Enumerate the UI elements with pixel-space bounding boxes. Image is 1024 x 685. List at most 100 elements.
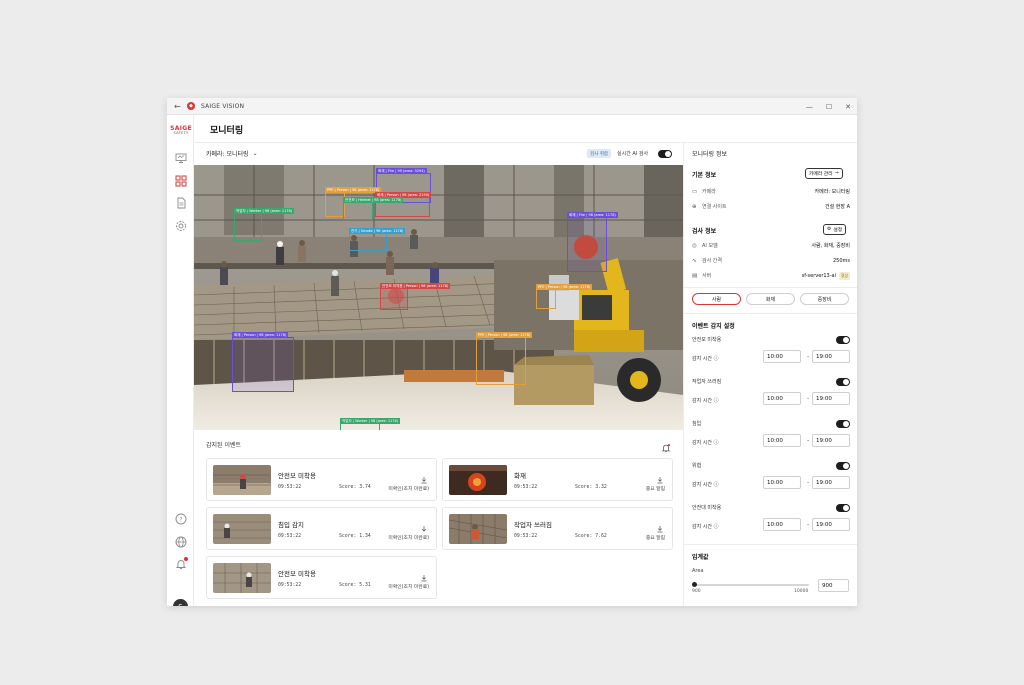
event-name: 안전모 미착용 bbox=[278, 472, 316, 480]
bell-plus-icon[interactable] bbox=[661, 438, 671, 453]
detection-box: 화재 | Person | 98 (area: 1178) bbox=[232, 332, 294, 392]
maximize-button[interactable]: ☐ bbox=[826, 103, 832, 111]
area-label: Area bbox=[692, 568, 704, 574]
event-setting-toggle[interactable] bbox=[836, 336, 850, 344]
end-time-input[interactable]: 19:00 bbox=[812, 392, 850, 405]
event-setting-toggle[interactable] bbox=[836, 420, 850, 428]
start-time-input[interactable]: 10:00 bbox=[763, 392, 801, 405]
event-card[interactable]: 안전모 미착용 09:53:22 Score: 5.31 미확인(조치 미완료) bbox=[206, 556, 437, 599]
event-card[interactable]: 안전모 미착용 09:53:22 Score: 3.74 미확인(조치 미완료) bbox=[206, 458, 437, 501]
event-setting-toggle[interactable] bbox=[836, 378, 850, 386]
end-time-input[interactable]: 19:00 bbox=[812, 434, 850, 447]
interval-icon: ∿ bbox=[692, 257, 697, 264]
info-row-interval: ∿ 검사 간격 250ms bbox=[692, 256, 850, 265]
monitor-icon[interactable] bbox=[174, 151, 187, 164]
tab-fire[interactable]: 화재 bbox=[746, 293, 795, 305]
link-icon: ⊕ bbox=[692, 203, 697, 210]
info-key: 검사 간격 bbox=[702, 258, 722, 264]
slider-max: 10000 bbox=[794, 589, 809, 594]
event-thumbnail bbox=[213, 563, 271, 593]
detection-box: 화재 | Fire | 98 (area: 1178) bbox=[567, 212, 618, 272]
brand-logo: SAIGE SAFETY bbox=[170, 126, 192, 136]
event-thumbnail bbox=[213, 514, 271, 544]
app-title: SAIGE VISION bbox=[201, 102, 245, 110]
start-time-input[interactable]: 10:00 bbox=[763, 476, 801, 489]
download-icon[interactable] bbox=[420, 469, 428, 484]
camera-select[interactable]: 카메라: 모니터링 ⌄ bbox=[206, 149, 258, 158]
time-separator: - bbox=[807, 353, 810, 360]
download-icon[interactable] bbox=[656, 469, 664, 484]
info-value: 카메라: 모니터링 bbox=[814, 189, 850, 195]
page-header: 모니터링 bbox=[194, 115, 857, 143]
close-button[interactable]: ✕ bbox=[845, 103, 851, 111]
slider-min: 900 bbox=[692, 589, 701, 594]
event-setting-toggle[interactable] bbox=[836, 504, 850, 512]
info-key: 연결 사이트 bbox=[702, 204, 727, 210]
time-separator: - bbox=[807, 437, 810, 444]
detection-box: 연기 | Smoke | 98 (area: 1178) bbox=[349, 228, 406, 251]
detect-time-label: 감지 시간 ⓘ bbox=[692, 398, 719, 404]
event-score: Score: 5.31 bbox=[339, 583, 371, 588]
event-card[interactable]: 작업자 쓰러짐 09:53:22 Score: 7.62 중요 알림 bbox=[442, 507, 673, 550]
detection-box: PPE | Person | 98 (area: 1178) bbox=[476, 332, 533, 385]
event-setting-toggle[interactable] bbox=[836, 462, 850, 470]
detection-label: 화재 | Person | 98 (area: 1178) bbox=[232, 332, 289, 338]
event-setting-name: 안전대 미착용 bbox=[692, 505, 722, 511]
event-thumbnail bbox=[449, 465, 507, 495]
detection-box: PPE | Person | 98 (area: 1178) bbox=[536, 284, 593, 309]
detection-label: PPE | Person | 98 (area: 1178) bbox=[476, 332, 533, 338]
start-time-input[interactable]: 10:00 bbox=[763, 518, 801, 531]
end-time-input[interactable]: 19:00 bbox=[812, 518, 850, 531]
event-setting-name: 침입 bbox=[692, 421, 702, 427]
end-time-input[interactable]: 19:00 bbox=[812, 350, 850, 363]
download-icon[interactable] bbox=[656, 518, 664, 533]
event-setting-name: 안전모 미착용 bbox=[692, 337, 722, 343]
app-logo-icon: ◆ bbox=[187, 102, 195, 110]
avatar[interactable]: S bbox=[173, 599, 188, 606]
arrow-left-icon[interactable]: ← bbox=[174, 102, 183, 111]
area-value-input[interactable]: 900 bbox=[818, 579, 849, 592]
end-time-input[interactable]: 19:00 bbox=[812, 476, 850, 489]
detect-time-label: 감지 시간 ⓘ bbox=[692, 482, 719, 488]
camera-manage-button[interactable]: 카메라 관리 → bbox=[805, 168, 843, 179]
minimize-button[interactable]: — bbox=[806, 103, 813, 111]
arrow-down-icon[interactable] bbox=[420, 518, 428, 532]
event-card[interactable]: 침입 감지 09:53:22 Score: 1.34 미확인(조치 미완료) bbox=[206, 507, 437, 550]
detection-label: 연기 | Smoke | 98 (area: 1178) bbox=[349, 228, 406, 234]
detection-label: 작업자 | Worker | 98 (area: 1178) bbox=[340, 418, 401, 424]
inspect-settings-button[interactable]: ⚙ 설정 bbox=[823, 224, 847, 235]
info-row-site: ⊕ 연결 사이트 건설 현장 A bbox=[692, 202, 850, 211]
detection-box: 작업자 | Worker | 98 (area: 1178) bbox=[234, 208, 295, 241]
camera-manage-label: 카메라 관리 bbox=[809, 172, 833, 177]
camera-feed: 화재 | Fire | 99 (area: 3294) PPE | Person… bbox=[194, 165, 683, 430]
globe-icon[interactable] bbox=[174, 535, 187, 548]
event-score: Score: 1.34 bbox=[339, 534, 371, 539]
camera-icon: ▭ bbox=[692, 188, 698, 195]
event-setting-name: 위협 bbox=[692, 463, 702, 469]
tab-heavy-equipment[interactable]: 중장비 bbox=[800, 293, 849, 305]
event-card[interactable]: 화재 09:53:22 Score: 3.32 중요 알림 bbox=[442, 458, 673, 501]
settings-icon[interactable] bbox=[174, 219, 187, 232]
event-time: 09:53:22 bbox=[278, 485, 302, 490]
area-slider-handle[interactable] bbox=[692, 582, 697, 587]
event-settings-title: 이벤트 감지 설정 bbox=[692, 323, 735, 330]
grid-icon[interactable] bbox=[174, 174, 187, 187]
title-bar: ← ◆ SAIGE VISION — ☐ ✕ bbox=[167, 98, 857, 115]
event-time: 09:53:22 bbox=[514, 534, 538, 539]
area-slider[interactable] bbox=[692, 584, 809, 586]
bell-icon[interactable] bbox=[174, 557, 188, 570]
info-row-ai-model: ◎ AI 모델 사람, 화재, 중장비 bbox=[692, 241, 850, 250]
start-time-input[interactable]: 10:00 bbox=[763, 434, 801, 447]
detection-label: 화재 | Fire | 99 (area: 3294) bbox=[376, 168, 427, 174]
start-time-input[interactable]: 10:00 bbox=[763, 350, 801, 363]
event-status: 중요 알림 bbox=[645, 487, 665, 492]
tab-person[interactable]: 사람 bbox=[692, 293, 741, 305]
divider bbox=[684, 544, 857, 545]
ai-inspect-toggle[interactable] bbox=[658, 150, 672, 158]
download-icon[interactable] bbox=[420, 567, 428, 582]
help-icon[interactable]: ? bbox=[174, 512, 187, 525]
document-icon[interactable] bbox=[174, 196, 187, 209]
detection-box: 안전모 | Helmet | 98 (area: 1178) bbox=[343, 197, 404, 220]
event-setting-row: 작업자 쓰러짐 감지 시간 ⓘ 10:00 - 19:00 bbox=[692, 378, 850, 412]
ai-inspect-label: 실시간 AI 검사 bbox=[617, 151, 649, 157]
